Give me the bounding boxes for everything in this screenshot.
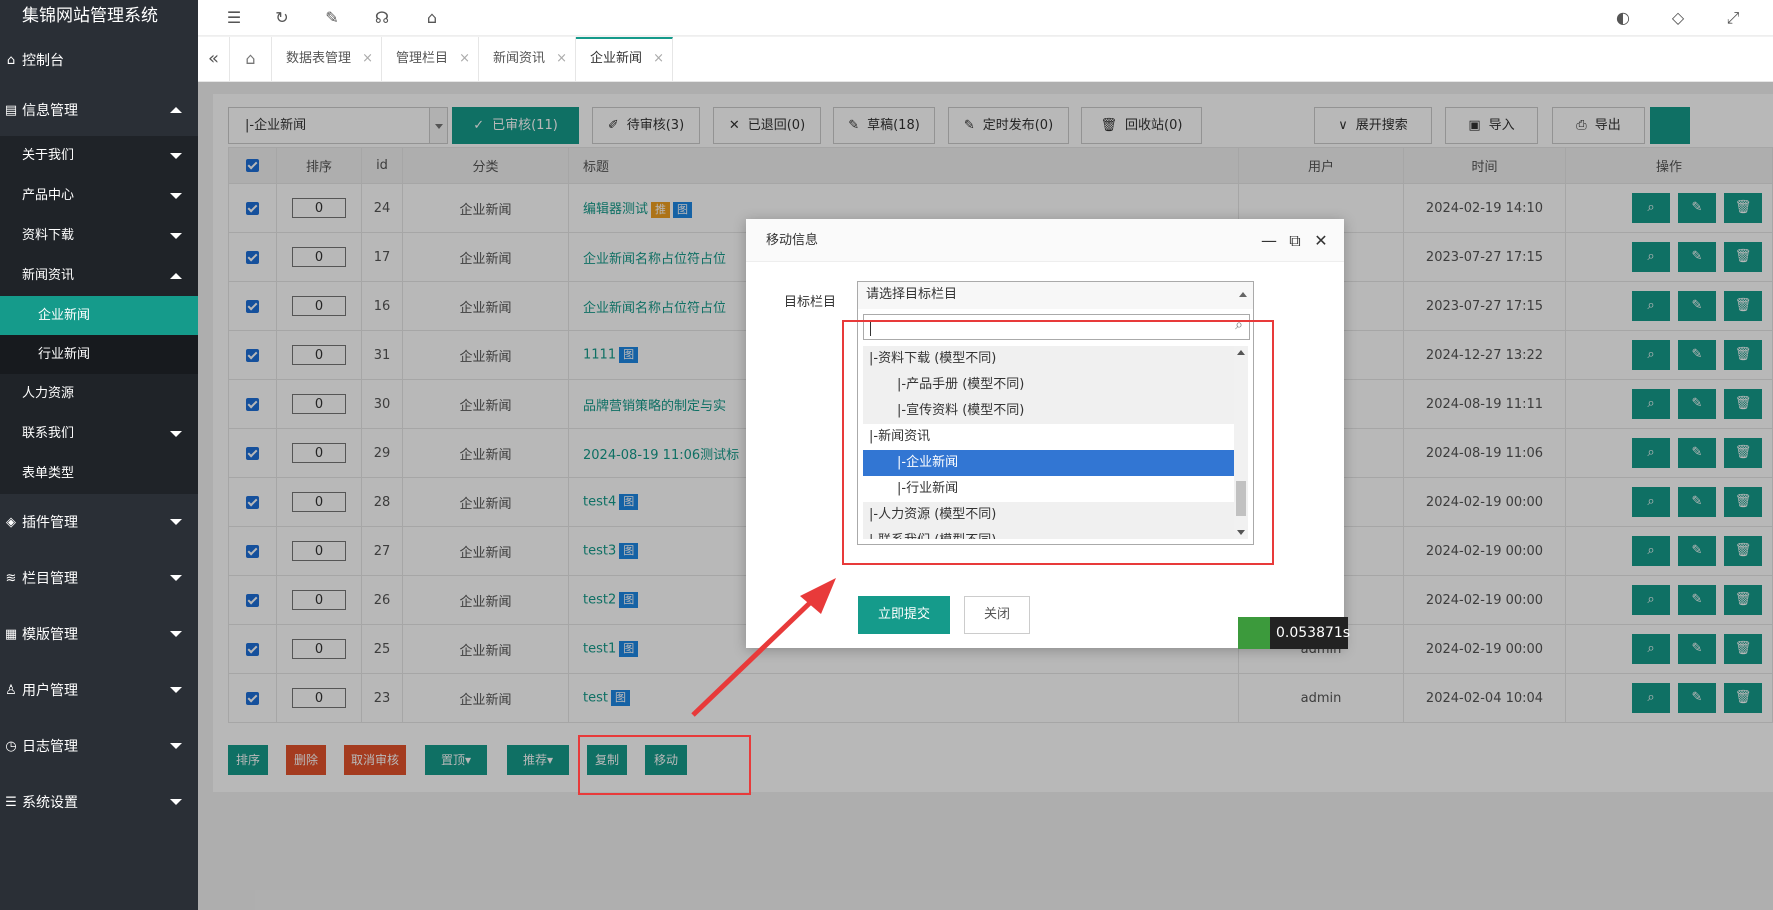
tabs-left-icon[interactable]: « xyxy=(198,37,230,81)
sliders-icon: ☰ xyxy=(5,794,17,810)
menu-collapse-icon[interactable]: ☰ xyxy=(222,6,246,30)
chevron-down-icon xyxy=(170,575,182,581)
tab-table-manage[interactable]: 数据表管理 × xyxy=(272,37,383,81)
tab-home-icon[interactable]: ⌂ xyxy=(230,37,272,81)
top-toolbar: ☰ ↻ ✎ ☊ ⌂ ◐ ◇ ⤢ xyxy=(198,0,1773,36)
clear-cache-icon[interactable]: ✎ xyxy=(320,6,344,30)
close-icon[interactable]: × xyxy=(653,39,664,79)
target-column-label: 目标栏目 xyxy=(784,295,837,310)
maximize-icon[interactable]: ⧉ xyxy=(1286,219,1304,262)
highlight-box-actions xyxy=(578,735,751,795)
sidebar-subsub-industry-news[interactable]: 行业新闻 xyxy=(0,335,198,374)
sidebar-sub-form-types[interactable]: 表单类型 xyxy=(0,454,198,494)
sidebar-item-console[interactable]: ⌂ 控制台 xyxy=(0,36,198,84)
dialog-header: 移动信息 — ⧉ ✕ xyxy=(746,219,1344,262)
theme-icon[interactable]: ◐ xyxy=(1611,6,1635,30)
tag-icon[interactable]: ◇ xyxy=(1666,6,1690,30)
tab-bar: « ⌂ 数据表管理 × 管理栏目 × 新闻资讯 × 企业新闻 × xyxy=(198,37,1773,82)
minimize-icon[interactable]: — xyxy=(1260,219,1278,262)
sidebar: 集锦网站管理系统 ⌂ 控制台 ▤ 信息管理 关于我们 产品中心 资料下载 新闻资… xyxy=(0,0,198,910)
support-icon[interactable]: ☊ xyxy=(370,6,394,30)
close-button[interactable]: 关闭 xyxy=(964,596,1030,634)
sidebar-subsub: 企业新闻 行业新闻 xyxy=(0,296,198,374)
list-icon: ▤ xyxy=(4,102,18,118)
chevron-down-icon xyxy=(170,799,182,805)
sidebar-sub-news[interactable]: 新闻资讯 xyxy=(0,256,198,296)
tab-news[interactable]: 新闻资讯 × xyxy=(479,37,577,81)
sidebar-item-logs[interactable]: ◷ 日志管理 xyxy=(0,718,198,774)
chevron-down-icon xyxy=(170,233,182,239)
close-icon[interactable]: × xyxy=(362,37,373,81)
chevron-up-icon xyxy=(170,107,182,113)
chevron-down-icon xyxy=(170,519,182,525)
sidebar-item-plugins[interactable]: ◈ 插件管理 xyxy=(0,494,198,550)
sidebar-item-settings[interactable]: ☰ 系统设置 xyxy=(0,774,198,830)
sidebar-subsub-company-news[interactable]: 企业新闻 xyxy=(0,296,198,335)
close-icon[interactable]: ✕ xyxy=(1312,219,1330,262)
fullscreen-icon[interactable]: ⤢ xyxy=(1721,6,1745,30)
sidebar-item-templates[interactable]: ▦ 模版管理 xyxy=(0,606,198,662)
home-link-icon[interactable]: ⌂ xyxy=(420,6,444,30)
submit-button[interactable]: 立即提交 xyxy=(858,596,950,634)
timing-badge: 0.053871s xyxy=(1238,617,1350,649)
sidebar-item-info[interactable]: ▤ 信息管理 xyxy=(0,84,198,136)
app-title: 集锦网站管理系统 xyxy=(0,0,198,36)
clock-icon: ◷ xyxy=(5,738,17,754)
sidebar-sub-about[interactable]: 关于我们 xyxy=(0,136,198,176)
sidebar-sub-products[interactable]: 产品中心 xyxy=(0,176,198,216)
chevron-down-icon xyxy=(170,193,182,199)
chevron-down-icon xyxy=(170,687,182,693)
refresh-icon[interactable]: ↻ xyxy=(270,6,294,30)
chevron-down-icon xyxy=(170,153,182,159)
user-icon: ♙ xyxy=(5,682,17,698)
close-icon[interactable]: × xyxy=(556,37,567,81)
sidebar-sub-hr[interactable]: 人力资源 xyxy=(0,374,198,414)
chevron-down-icon xyxy=(170,631,182,637)
target-column-select[interactable]: 请选择目标栏目 xyxy=(857,281,1254,309)
tab-column-manage[interactable]: 管理栏目 × xyxy=(382,37,480,81)
highlight-box-dropdown xyxy=(842,320,1274,565)
sidebar-item-users[interactable]: ♙ 用户管理 xyxy=(0,662,198,718)
chevron-down-icon xyxy=(170,431,182,437)
leaf-logo-icon xyxy=(1238,617,1270,649)
chevron-up-icon xyxy=(170,273,182,279)
sidebar-sub-contact[interactable]: 联系我们 xyxy=(0,414,198,454)
sidebar-sub-downloads[interactable]: 资料下载 xyxy=(0,216,198,256)
sidebar-submenu: 关于我们 产品中心 资料下载 新闻资讯 企业新闻 行业新闻 人力资源 联系我们 … xyxy=(0,136,198,494)
template-icon: ▦ xyxy=(4,626,18,642)
layers-icon: ≋ xyxy=(5,570,17,586)
chevron-down-icon xyxy=(170,743,182,749)
close-icon[interactable]: × xyxy=(459,37,470,81)
chevron-up-icon xyxy=(1239,292,1247,297)
cube-icon: ◈ xyxy=(6,514,16,530)
home-icon: ⌂ xyxy=(6,52,16,68)
dialog-title: 移动信息 xyxy=(766,233,819,248)
sidebar-item-columns[interactable]: ≋ 栏目管理 xyxy=(0,550,198,606)
tab-company-news[interactable]: 企业新闻 × xyxy=(576,37,674,81)
